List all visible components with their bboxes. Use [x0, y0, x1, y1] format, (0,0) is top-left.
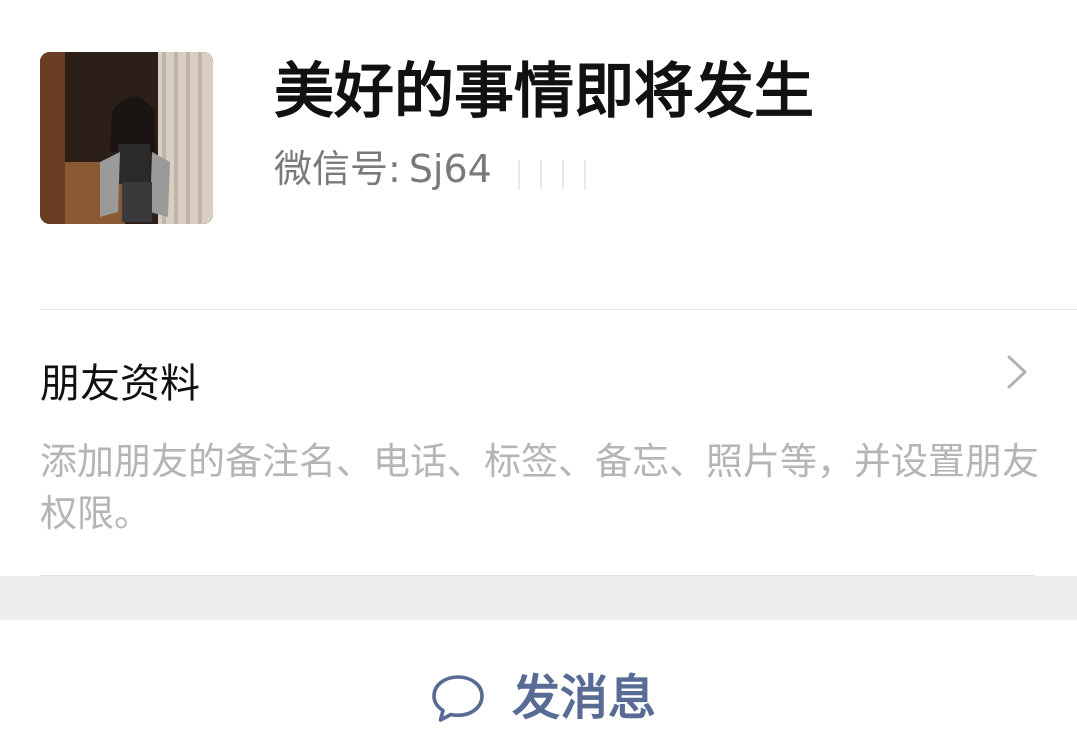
chevron-right-icon: [1007, 355, 1027, 389]
avatar[interactable]: [40, 52, 213, 224]
wechat-id-value: Sj64: [408, 147, 492, 191]
redaction-mask: [508, 160, 598, 190]
friend-info-description: 添加朋友的备注名、电话、标签、备忘、照片等，并设置朋友权限。: [40, 440, 1039, 535]
friend-info-row[interactable]: 朋友资料 添加朋友的备注名、电话、标签、备忘、照片等，并设置朋友权限。: [0, 310, 1077, 576]
contact-name: 美好的事情即将发生: [274, 57, 814, 127]
avatar-photo: [40, 52, 213, 224]
send-message-label: 发消息: [512, 670, 657, 726]
wechat-id-label: 微信号:: [274, 147, 401, 191]
wechat-id: 微信号: Sj64: [274, 146, 492, 192]
profile-header: 美好的事情即将发生 微信号: Sj64: [0, 0, 1077, 310]
contact-profile-page: 美好的事情即将发生 微信号: Sj64 朋友资料 添加朋友的备注名、电话、标签、备…: [0, 0, 1077, 743]
friend-info-title: 朋友资料: [40, 361, 200, 407]
section-gap: [0, 576, 1077, 620]
send-message-button[interactable]: 发消息: [0, 620, 1077, 743]
chat-bubble-icon: [432, 675, 484, 722]
send-message-content: 发消息: [430, 668, 656, 728]
